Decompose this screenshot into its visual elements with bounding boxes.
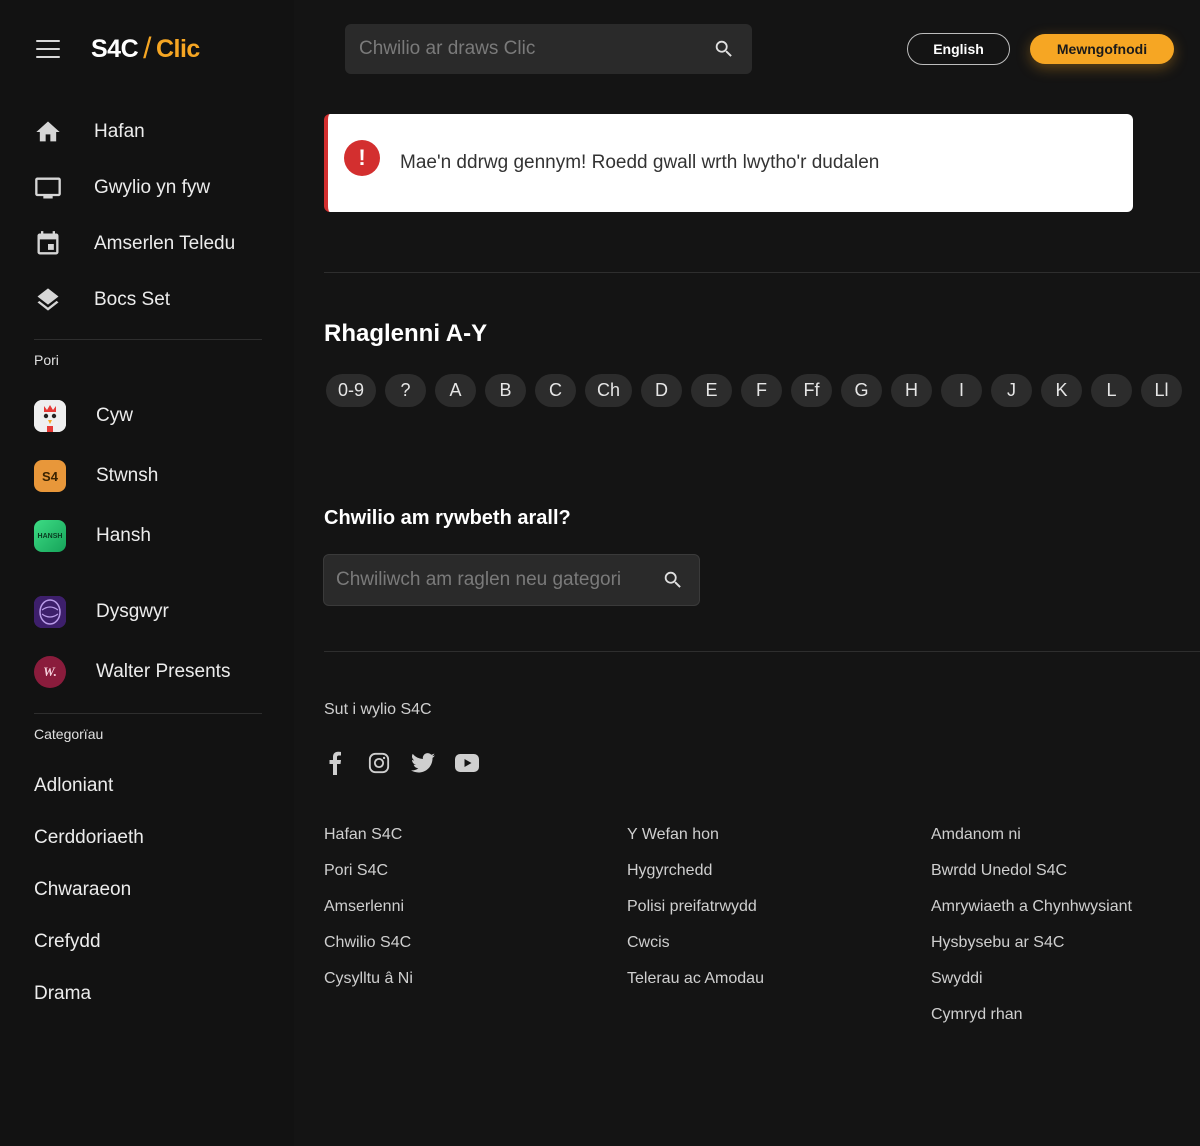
categories-section-title: Categorïau	[34, 726, 104, 742]
category-cerddoriaeth[interactable]: Cerddoriaeth	[34, 827, 144, 849]
category-chwaraeon[interactable]: Chwaraeon	[34, 879, 131, 901]
letter-chip[interactable]: K	[1041, 374, 1083, 407]
letter-chip[interactable]: A	[435, 374, 477, 407]
sidebar-item-hansh[interactable]: HANSH Hansh	[34, 516, 151, 556]
s4c-clic-logo[interactable]: S4C / Clic	[91, 32, 200, 66]
sidebar-item-gwylio-yn-fyw[interactable]: Gwylio yn fyw	[0, 160, 294, 216]
footer-link[interactable]: Amserlenni	[324, 898, 413, 934]
footer-divider	[324, 651, 1200, 652]
letter-chip[interactable]: ?	[385, 374, 427, 407]
layers-icon	[34, 286, 62, 314]
error-message: Mae'n ddrwg gennym! Roedd gwall wrth lwy…	[400, 152, 880, 173]
letter-chip[interactable]: F	[741, 374, 783, 407]
sidebar-item-label: Hansh	[96, 525, 151, 546]
sidebar-item-label: Cyw	[96, 405, 133, 426]
social-links	[320, 748, 482, 778]
search-icon[interactable]	[659, 566, 687, 594]
sidebar-divider	[34, 339, 262, 340]
search-icon[interactable]	[710, 35, 738, 63]
category-crefydd[interactable]: Crefydd	[34, 931, 101, 953]
footer-link[interactable]: Telerau ac Amodau	[627, 970, 764, 1006]
global-search-bar	[345, 24, 752, 74]
stwnsh-logo-icon: S4	[34, 460, 66, 492]
hansh-logo-icon: HANSH	[34, 520, 66, 552]
programme-search-bar	[323, 554, 700, 606]
walter-presents-logo-icon: W.	[34, 656, 66, 688]
sidebar-item-hafan[interactable]: Hafan	[0, 104, 294, 160]
letter-chip[interactable]: C	[535, 374, 577, 407]
footer-link[interactable]: Hysbysebu ar S4C	[931, 934, 1132, 970]
sidebar-item-stwnsh[interactable]: S4 Stwnsh	[34, 456, 158, 496]
instagram-icon[interactable]	[364, 748, 394, 778]
letter-chip[interactable]: B	[485, 374, 527, 407]
calendar-icon	[34, 230, 62, 258]
sidebar-item-label: Gwylio yn fyw	[94, 177, 211, 198]
programme-search-input[interactable]	[336, 569, 659, 591]
menu-icon[interactable]	[36, 40, 60, 58]
sidebar-item-label: Bocs Set	[94, 289, 171, 310]
footer-column-2: Y Wefan hon Hygyrchedd Polisi preifatrwy…	[627, 826, 764, 1006]
letter-chip[interactable]: I	[941, 374, 983, 407]
footer-link[interactable]: Amdanom ni	[931, 826, 1132, 862]
pori-section-title: Pori	[34, 352, 59, 368]
error-icon: !	[344, 140, 380, 176]
footer-link[interactable]: Swyddi	[931, 970, 1132, 1006]
footer-link[interactable]: Chwilio S4C	[324, 934, 413, 970]
sidebar-item-label: Amserlen Teledu	[94, 233, 236, 254]
letter-chip[interactable]: Ll	[1141, 374, 1183, 407]
how-to-watch-link[interactable]: Sut i wylio S4C	[324, 701, 432, 719]
sidebar-item-dysgwyr[interactable]: Dysgwyr	[34, 592, 169, 632]
content-divider	[324, 272, 1200, 273]
sidebar-item-label: Walter Presents	[96, 661, 231, 682]
category-drama[interactable]: Drama	[34, 983, 91, 1005]
letter-chip[interactable]: D	[641, 374, 683, 407]
category-adloniant[interactable]: Adloniant	[34, 775, 113, 797]
letter-chip[interactable]: L	[1091, 374, 1133, 407]
footer-link[interactable]: Polisi preifatrwydd	[627, 898, 764, 934]
error-alert: ! Mae'n ddrwg gennym! Roedd gwall wrth l…	[324, 114, 1133, 212]
footer-column-3: Amdanom ni Bwrdd Unedol S4C Amrywiaeth a…	[931, 826, 1132, 1042]
footer-link[interactable]: Cwcis	[627, 934, 764, 970]
sidebar-item-walter-presents[interactable]: W. Walter Presents	[34, 652, 230, 692]
footer-link[interactable]: Pori S4C	[324, 862, 413, 898]
cyw-logo-icon	[34, 400, 66, 432]
footer-column-1: Hafan S4C Pori S4C Amserlenni Chwilio S4…	[324, 826, 413, 1006]
youtube-icon[interactable]	[452, 748, 482, 778]
facebook-icon[interactable]	[320, 748, 350, 778]
sidebar-item-amserlen-teledu[interactable]: Amserlen Teledu	[0, 216, 294, 272]
footer-link[interactable]: Y Wefan hon	[627, 826, 764, 862]
twitter-icon[interactable]	[408, 748, 438, 778]
letter-chip[interactable]: H	[891, 374, 933, 407]
dysgwyr-logo-icon	[34, 596, 66, 628]
sidebar-divider	[34, 713, 262, 714]
footer-link[interactable]: Hygyrchedd	[627, 862, 764, 898]
main-nav: Hafan Gwylio yn fyw Amserlen Teledu Bocs…	[0, 104, 294, 328]
sidebar-item-label: Stwnsh	[96, 465, 159, 486]
programmes-title: Rhaglenni A-Y	[324, 320, 488, 347]
login-button[interactable]: Mewngofnodi	[1030, 34, 1174, 64]
english-language-button[interactable]: English	[907, 33, 1010, 65]
global-search-input[interactable]	[359, 38, 710, 60]
footer-link[interactable]: Hafan S4C	[324, 826, 413, 862]
sidebar-item-label: Hafan	[94, 121, 145, 142]
letter-chip[interactable]: 0-9	[326, 374, 377, 407]
footer-link[interactable]: Cymryd rhan	[931, 1006, 1132, 1042]
alphabet-filter: 0-9 ? A B C Ch D E F Ff G H I J K L Ll	[326, 374, 1183, 407]
sidebar-item-label: Dysgwyr	[96, 601, 169, 622]
footer-link[interactable]: Bwrdd Unedol S4C	[931, 862, 1132, 898]
sidebar-item-cyw[interactable]: Cyw	[34, 396, 133, 436]
letter-chip[interactable]: Ch	[585, 374, 633, 407]
footer-link[interactable]: Cysylltu â Ni	[324, 970, 413, 1006]
search-section-title: Chwilio am rywbeth arall?	[324, 507, 571, 529]
letter-chip[interactable]: Ff	[791, 374, 833, 407]
letter-chip[interactable]: J	[991, 374, 1033, 407]
home-icon	[34, 118, 62, 146]
sidebar-item-bocs-set[interactable]: Bocs Set	[0, 272, 294, 328]
footer-link[interactable]: Amrywiaeth a Chynhwysiant	[931, 898, 1132, 934]
letter-chip[interactable]: G	[841, 374, 883, 407]
sidebar: S4C / Clic Hafan Gwylio yn fyw Amserlen …	[0, 0, 294, 1146]
letter-chip[interactable]: E	[691, 374, 733, 407]
tv-icon	[34, 174, 62, 202]
